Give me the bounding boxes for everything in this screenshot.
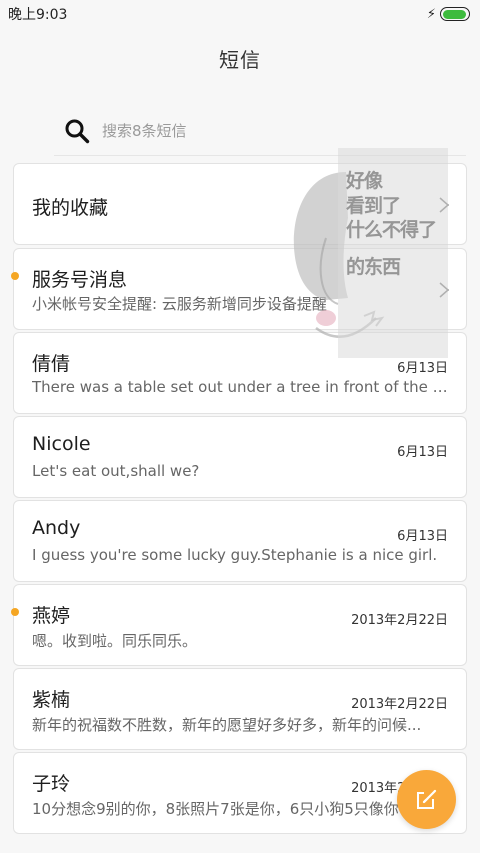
status-bar: 晚上9:03 ⚡ — [0, 0, 480, 28]
battery-charging-icon — [440, 7, 470, 21]
page-title: 短信 — [219, 48, 261, 72]
search-icon — [65, 119, 90, 143]
message-date: 6月13日 — [397, 529, 448, 544]
message-date: 6月13日 — [397, 445, 448, 460]
message-date: 2013年2月22日 — [351, 613, 448, 628]
conversation-item[interactable]: 燕婷 2013年2月22日 嗯。收到啦。同乐同乐。 — [13, 584, 467, 666]
favorites-label: 我的收藏 — [32, 197, 109, 219]
search-input[interactable] — [102, 121, 402, 140]
message-preview: Let's eat out,shall we? — [32, 462, 200, 480]
message-preview: 新年的祝福数不胜数，新年的愿望好多好多，新年的问候... — [32, 716, 422, 734]
service-messages-item[interactable]: 服务号消息 小米帐号安全提醒: 云服务新增同步设备提醒 — [13, 248, 467, 330]
message-preview: 嗯。收到啦。同乐同乐。 — [32, 632, 198, 650]
conversation-item[interactable]: 倩倩 6月13日 There was a table set out under… — [13, 332, 467, 414]
contact-name: 倩倩 — [32, 353, 71, 375]
unread-dot — [11, 608, 19, 616]
unread-dot — [11, 272, 19, 280]
contact-name: Andy — [32, 517, 81, 539]
contact-name: 燕婷 — [32, 605, 71, 627]
service-preview: 小米帐号安全提醒: 云服务新增同步设备提醒 — [32, 295, 327, 313]
message-preview: 10分想念9别的你，8张照片7张是你，6只小狗5只像你 — [32, 800, 399, 818]
charging-bolt-icon: ⚡ — [426, 6, 436, 22]
conversation-item[interactable]: Andy 6月13日 I guess you're some lucky guy… — [13, 500, 467, 582]
compose-icon — [416, 789, 436, 809]
contact-name: 紫楠 — [32, 689, 71, 711]
message-date: 6月13日 — [397, 361, 448, 376]
chevron-right-icon — [439, 197, 450, 213]
conversation-item[interactable]: Nicole 6月13日 Let's eat out,shall we? — [13, 416, 467, 498]
contact-name: 子玲 — [32, 773, 71, 795]
message-preview: I guess you're some lucky guy.Stephanie … — [32, 546, 438, 564]
chevron-right-icon — [439, 282, 450, 298]
contact-name: Nicole — [32, 433, 91, 455]
status-time: 晚上9:03 — [8, 7, 68, 23]
favorites-item[interactable]: 我的收藏 — [13, 163, 467, 245]
message-preview: There was a table set out under a tree i… — [32, 378, 450, 396]
status-icons: ⚡ — [427, 7, 470, 21]
search-bar[interactable] — [54, 106, 466, 156]
compose-button[interactable] — [397, 770, 456, 829]
battery-level-fill — [442, 9, 467, 19]
conversation-item[interactable]: 紫楠 2013年2月22日 新年的祝福数不胜数，新年的愿望好多好多，新年的问候.… — [13, 668, 467, 750]
service-title: 服务号消息 — [32, 269, 128, 291]
message-date: 2013年2月22日 — [351, 697, 448, 712]
